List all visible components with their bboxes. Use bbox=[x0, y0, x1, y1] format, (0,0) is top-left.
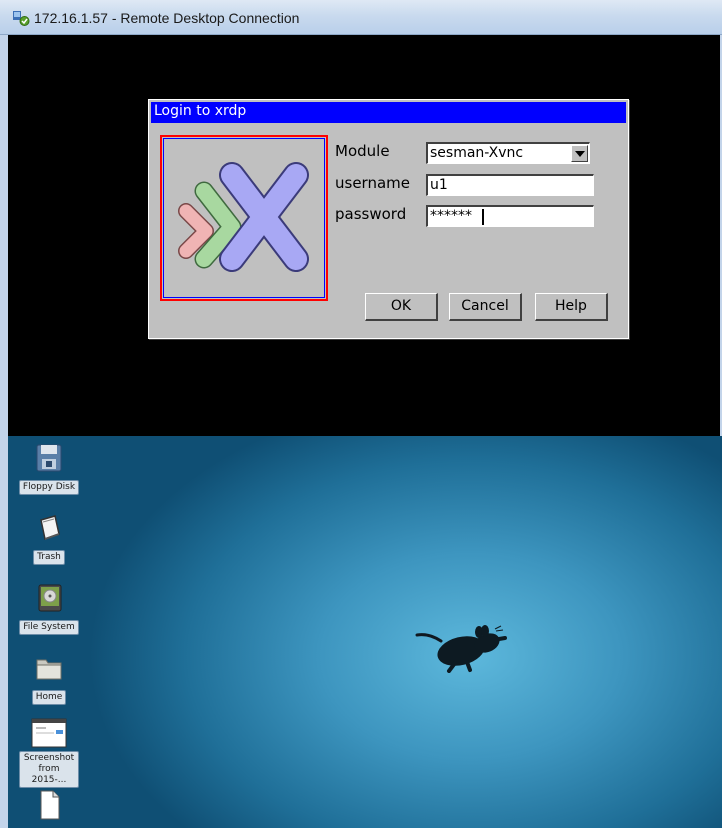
password-field[interactable]: ****** bbox=[426, 205, 594, 227]
chevron-down-icon[interactable] bbox=[571, 145, 588, 162]
desktop-icon-label: Trash bbox=[33, 550, 65, 565]
password-value: ****** bbox=[430, 208, 472, 224]
floppy-disk-icon bbox=[33, 442, 65, 474]
username-field[interactable]: u1 bbox=[426, 174, 594, 196]
hard-drive-icon bbox=[33, 582, 65, 614]
desktop[interactable]: Floppy Disk Trash File System Home Scree… bbox=[0, 436, 722, 828]
help-button[interactable]: Help bbox=[535, 293, 608, 321]
desktop-icon-floppy-disk[interactable]: Floppy Disk bbox=[18, 442, 80, 495]
rdp-titlebar[interactable]: 172.16.1.57 - Remote Desktop Connection bbox=[0, 0, 722, 35]
text-caret bbox=[482, 209, 484, 225]
module-select[interactable]: sesman-Xvnc bbox=[426, 142, 590, 164]
window-title: 172.16.1.57 - Remote Desktop Connection bbox=[34, 10, 300, 26]
xrdp-logo-icon bbox=[163, 138, 325, 298]
xrdp-logo-frame bbox=[160, 135, 328, 301]
desktop-icon-label: Floppy Disk bbox=[18, 480, 80, 495]
xrdp-login-dialog: Login to xrdp Module sesman-Xvnc usernam… bbox=[148, 99, 629, 339]
desktop-icon-screenshot[interactable]: Screenshot from 2015-... bbox=[18, 718, 80, 788]
xfce-mouse-icon bbox=[415, 625, 507, 677]
desktop-icon-home[interactable]: Home bbox=[18, 652, 80, 705]
desktop-icon-file-system[interactable]: File System bbox=[18, 582, 80, 635]
dialog-titlebar[interactable]: Login to xrdp bbox=[151, 102, 626, 123]
password-label: password bbox=[335, 205, 407, 223]
desktop-icon-document[interactable] bbox=[18, 789, 80, 821]
desktop-icon-label: Screenshot from 2015-... bbox=[19, 751, 79, 788]
window-frame-left bbox=[0, 436, 8, 828]
window-frame-left bbox=[0, 35, 8, 436]
trash-icon bbox=[33, 512, 65, 544]
dialog-title: Login to xrdp bbox=[154, 103, 247, 119]
module-label: Module bbox=[335, 142, 390, 160]
document-icon bbox=[33, 789, 65, 821]
remote-desktop-window: 172.16.1.57 - Remote Desktop Connection … bbox=[0, 0, 722, 436]
desktop-icon-label: File System bbox=[19, 620, 79, 635]
desktop-icon-trash[interactable]: Trash bbox=[18, 512, 80, 565]
screen: 172.16.1.57 - Remote Desktop Connection … bbox=[0, 0, 722, 828]
ok-button[interactable]: OK bbox=[365, 293, 438, 321]
cancel-button[interactable]: Cancel bbox=[449, 293, 522, 321]
folder-icon bbox=[33, 652, 65, 684]
module-select-value: sesman-Xvnc bbox=[430, 145, 524, 161]
username-value: u1 bbox=[430, 177, 448, 193]
image-file-icon bbox=[31, 718, 67, 748]
username-label: username bbox=[335, 174, 410, 192]
desktop-icon-label: Home bbox=[31, 690, 67, 705]
remote-desktop-icon bbox=[13, 11, 30, 26]
